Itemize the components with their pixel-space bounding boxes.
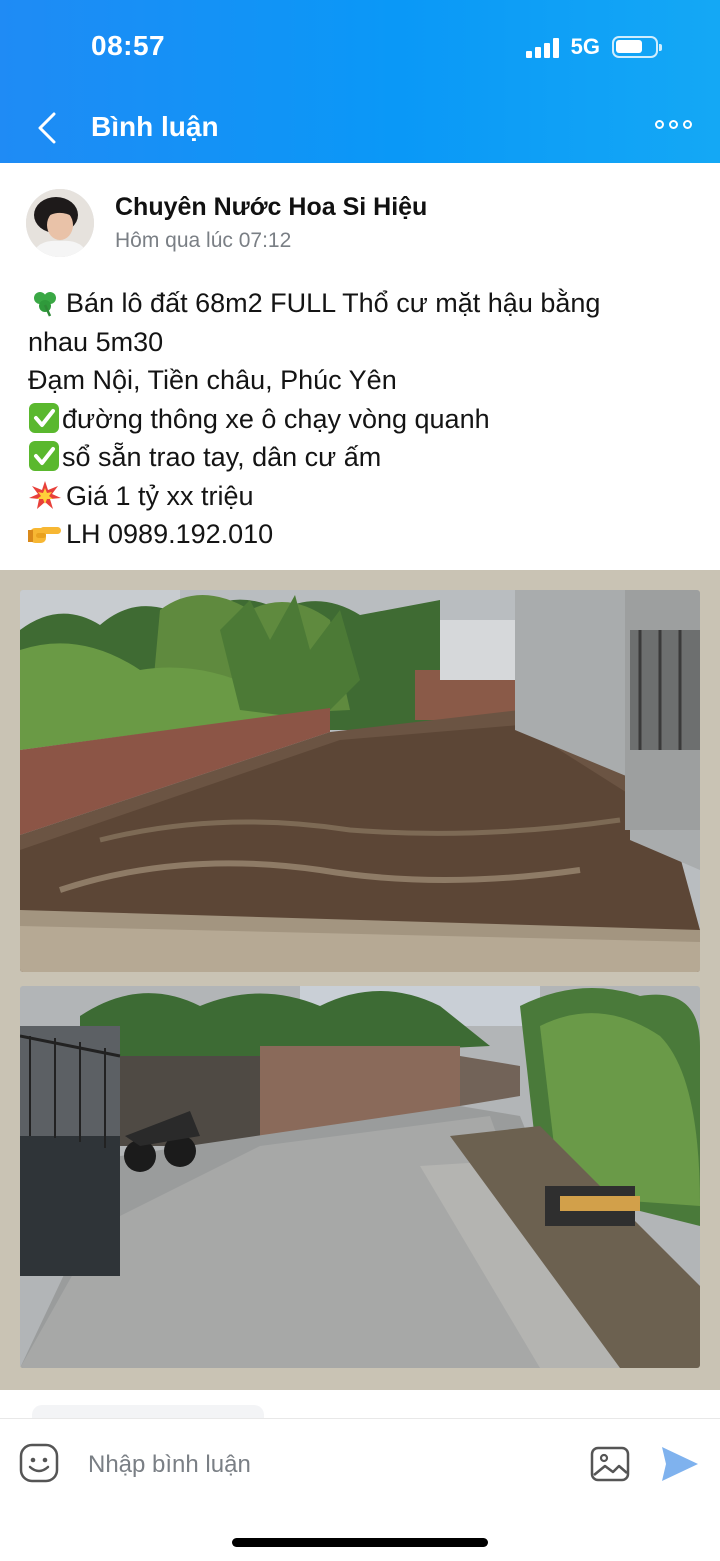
avatar[interactable] [26, 189, 94, 257]
content-text: sổ sẵn trao tay, dân cư ấm [62, 442, 382, 472]
content-text: nhau 5m30 [28, 326, 164, 357]
post-author[interactable]: Chuyên Nước Hoa Si Hiệu [115, 193, 427, 222]
content-line: Đạm Nội, Tiền châu, Phúc Yên [28, 361, 698, 400]
back-arrow-icon[interactable] [30, 108, 66, 148]
status-time: 08:57 [91, 30, 166, 61]
image-icon[interactable] [590, 1445, 630, 1483]
status-indicators: 5G [525, 34, 662, 60]
content-line: Giá 1 tỷ xx triệu [28, 477, 698, 516]
post-content: Bán lô đất 68m2 FULL Thổ cư mặt hậu bằng… [28, 284, 698, 554]
content-line: đường thông xe ô chạy vòng quanh [28, 400, 698, 439]
content-text: LH 0989.192.010 [66, 519, 274, 549]
comment-input[interactable]: Nhập bình luận [88, 1451, 251, 1479]
photo-gallery [0, 570, 720, 1390]
top-bar: 08:57 5G Bình luận [0, 0, 720, 163]
shamrock-icon [34, 292, 56, 317]
more-options-icon[interactable] [655, 120, 692, 129]
post-photo-2[interactable] [20, 986, 700, 1368]
home-indicator [232, 1538, 488, 1547]
content-line: sổ sẵn trao tay, dân cư ấm [28, 438, 698, 477]
content-text: Giá 1 tỷ xx triệu [66, 480, 254, 511]
send-icon[interactable] [660, 1445, 700, 1483]
content-text: Bán lô đất 68m2 FULL Thổ cư mặt hậu bằng [66, 288, 601, 318]
post-photo-1[interactable] [20, 590, 700, 972]
page-title: Bình luận [91, 111, 219, 142]
battery-icon [612, 36, 662, 58]
signal-icon [525, 36, 559, 58]
network-type: 5G [570, 34, 600, 59]
content-line: LH 0989.192.010 [28, 515, 698, 554]
content-line: Bán lô đất 68m2 FULL Thổ cư mặt hậu bằng [28, 284, 698, 323]
check-mark-icon [29, 441, 59, 471]
post-time: Hôm qua lúc 07:12 [115, 229, 292, 252]
pointing-hand-icon [28, 527, 61, 543]
content-text: đường thông xe ô chạy vòng quanh [62, 403, 490, 434]
sticker-icon[interactable] [19, 1443, 59, 1483]
check-mark-icon [29, 402, 59, 433]
content-text: Đạm Nội, Tiền châu, Phúc Yên [28, 365, 397, 395]
collision-icon [29, 480, 61, 509]
content-line: nhau 5m30 [28, 323, 698, 362]
